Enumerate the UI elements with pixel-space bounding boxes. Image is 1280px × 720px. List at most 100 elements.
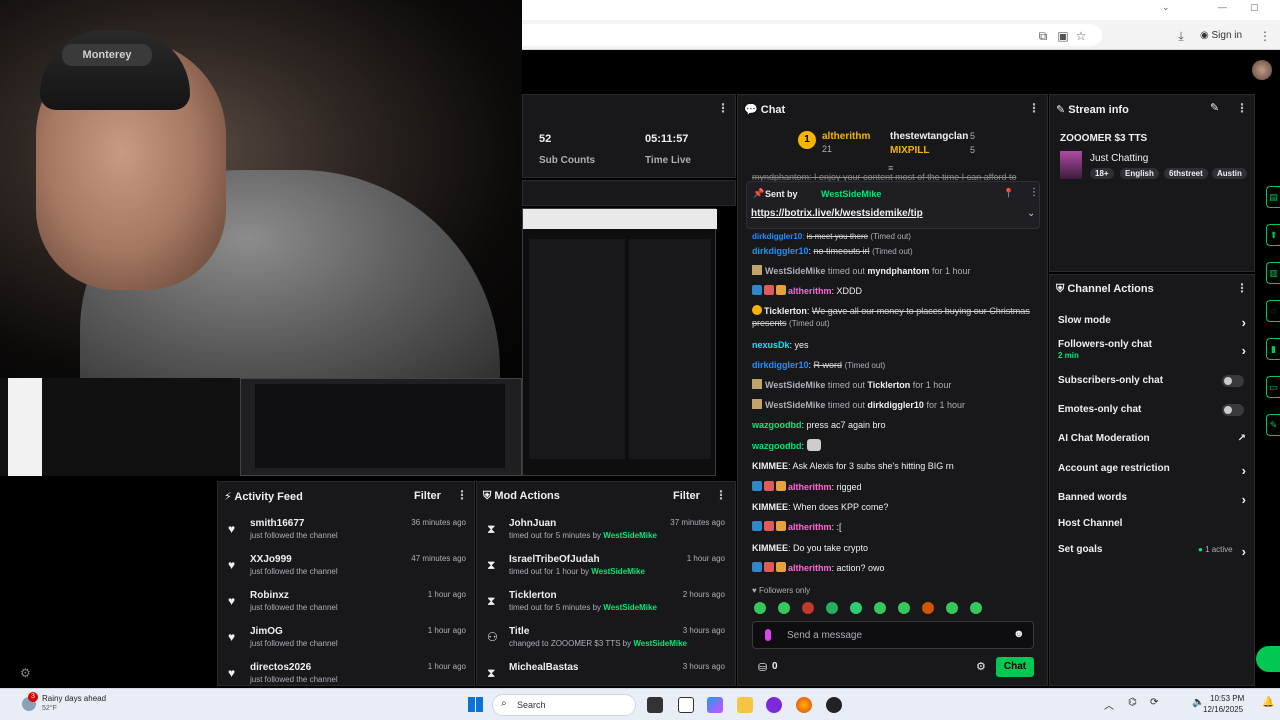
- side-tool-button[interactable]: ▮: [1266, 338, 1280, 360]
- target-user[interactable]: myndphantom: [867, 266, 929, 276]
- pinned-message[interactable]: 📌 Sent by WestSideMike 📍 ⋮ https://botri…: [746, 181, 1040, 229]
- profile-avatar[interactable]: [1252, 60, 1272, 80]
- address-bar[interactable]: [522, 24, 1102, 46]
- points-icon[interactable]: ⛁: [758, 661, 767, 674]
- emote-icon[interactable]: [898, 602, 910, 614]
- activity-menu-icon[interactable]: ⋮: [456, 488, 468, 502]
- folder-icon[interactable]: [737, 697, 753, 713]
- emote-icon[interactable]: [754, 602, 766, 614]
- chat-user[interactable]: KIMMEE: [752, 461, 788, 471]
- emote-icon[interactable]: [826, 602, 838, 614]
- stream-tag[interactable]: 18+: [1090, 168, 1114, 179]
- pinned-sender[interactable]: WestSideMike: [821, 189, 881, 199]
- pinned-menu-icon[interactable]: ⋮: [1029, 187, 1039, 198]
- side-tool-button[interactable]: ⬆: [1266, 224, 1280, 246]
- mic-icon[interactable]: [765, 629, 771, 641]
- firefox-icon[interactable]: [796, 697, 812, 713]
- chat-menu-icon[interactable]: ⋮: [1028, 101, 1040, 115]
- tray-chevron-icon[interactable]: ︿: [1104, 697, 1114, 712]
- app-icon[interactable]: [766, 697, 782, 713]
- host-channel-item[interactable]: Host Channel: [1058, 518, 1244, 529]
- side-tool-button[interactable]: ▤: [1266, 186, 1280, 208]
- notification-bell-icon[interactable]: 🔔: [1262, 697, 1274, 708]
- windows-start-icon[interactable]: [468, 697, 483, 712]
- feed-user[interactable]: XXJo999: [250, 554, 292, 565]
- activity-filter-button[interactable]: Filter: [414, 490, 441, 502]
- message-input[interactable]: Send a message ☻: [752, 621, 1034, 649]
- feed-user[interactable]: JimOG: [250, 626, 283, 637]
- settings-gear-icon[interactable]: ⚙: [20, 666, 31, 680]
- chat-user[interactable]: altherithm: [788, 563, 832, 573]
- pinned-link[interactable]: https://botrix.live/k/westsidemike/tip: [751, 208, 923, 219]
- side-tool-button[interactable]: ◌: [1266, 300, 1280, 322]
- chat-user[interactable]: dirkdiggler10: [752, 246, 809, 256]
- ai-moderation-item[interactable]: AI Chat Moderation ↗: [1058, 433, 1246, 444]
- copilot-icon[interactable]: [707, 697, 723, 713]
- slow-mode-item[interactable]: Slow mode ›: [1058, 315, 1246, 330]
- feed-user[interactable]: Robinxz: [250, 590, 289, 601]
- followers-only-item[interactable]: Followers-only chat 2 min ›: [1058, 339, 1246, 361]
- emote-icon[interactable]: [778, 602, 790, 614]
- browser-menu-icon[interactable]: ⋮: [1258, 29, 1272, 43]
- emote-icon[interactable]: [850, 602, 862, 614]
- side-tool-button[interactable]: ▭: [1266, 376, 1280, 398]
- chat-send-button[interactable]: Chat: [996, 657, 1034, 677]
- screenshot-icon[interactable]: ▣: [1056, 29, 1070, 43]
- translate-icon[interactable]: ⧉: [1036, 29, 1050, 43]
- target-user[interactable]: dirkdiggler10: [867, 400, 924, 410]
- sign-in-button[interactable]: ◉ Sign in: [1200, 26, 1242, 46]
- emote-icon[interactable]: [874, 602, 886, 614]
- emotes-only-toggle[interactable]: [1222, 404, 1244, 416]
- chat-user[interactable]: dirkdiggler10: [752, 232, 802, 241]
- account-age-item[interactable]: Account age restriction ›: [1058, 463, 1246, 478]
- emote-icon[interactable]: [970, 602, 982, 614]
- feed-user[interactable]: directos2026: [250, 662, 311, 673]
- side-tool-button[interactable]: ✎: [1266, 414, 1280, 436]
- chat-user[interactable]: nexusDk: [752, 340, 790, 350]
- mod-user[interactable]: WestSideMike: [765, 266, 825, 276]
- chat-user[interactable]: altherithm: [788, 522, 832, 532]
- chat-user[interactable]: altherithm: [788, 482, 832, 492]
- set-goals-item[interactable]: Set goals ● 1 active ›: [1058, 544, 1246, 559]
- edit-icon[interactable]: ✎: [1210, 101, 1219, 114]
- emote-icon[interactable]: [802, 602, 814, 614]
- stream-tag[interactable]: English: [1120, 168, 1159, 179]
- chevron-down-icon[interactable]: ⌄: [1162, 2, 1170, 13]
- unpin-icon[interactable]: 📍: [1003, 188, 1014, 199]
- mod-target[interactable]: MichealBastas: [509, 662, 578, 673]
- bookmark-star-icon[interactable]: ☆: [1074, 29, 1088, 43]
- chat-user[interactable]: altherithm: [788, 286, 832, 296]
- maximize-icon[interactable]: ▢: [1250, 2, 1259, 13]
- chat-user[interactable]: dirkdiggler10: [752, 360, 809, 370]
- leaderboard-name-3[interactable]: MIXPILL: [890, 145, 929, 156]
- mod-target[interactable]: Title: [509, 626, 529, 637]
- weather-title[interactable]: Rainy days ahead: [42, 694, 106, 703]
- minimize-icon[interactable]: —: [1218, 2, 1227, 12]
- emoji-icon[interactable]: ☻: [1013, 628, 1025, 640]
- stream-tag[interactable]: Austin: [1212, 168, 1247, 179]
- emotes-only-item[interactable]: Emotes-only chat: [1058, 404, 1244, 416]
- obs-icon[interactable]: [826, 697, 842, 713]
- chat-user[interactable]: wazgoodbd: [752, 441, 802, 451]
- pinned-expand-icon[interactable]: ⌄: [1027, 208, 1035, 219]
- taskbar-search[interactable]: ⌕ Search: [492, 694, 636, 716]
- chat-settings-icon[interactable]: ⚙: [976, 660, 986, 673]
- clock-time[interactable]: 10:53 PM: [1210, 694, 1244, 703]
- clock-date[interactable]: 12/16/2025: [1203, 705, 1243, 714]
- category-name[interactable]: Just Chatting: [1090, 153, 1148, 164]
- leaderboard-name-1[interactable]: altherithm: [822, 131, 870, 142]
- mod-user[interactable]: WestSideMike: [765, 400, 825, 410]
- task-view-icon[interactable]: [647, 697, 663, 713]
- mod-user[interactable]: WestSideMike: [765, 380, 825, 390]
- leaderboard-name-2[interactable]: thestewtangclan: [890, 131, 968, 142]
- download-icon[interactable]: ⤓: [1174, 29, 1188, 43]
- chat-user[interactable]: KIMMEE: [752, 502, 788, 512]
- mod-target[interactable]: Ticklerton: [509, 590, 557, 601]
- mod-menu-icon[interactable]: ⋮: [715, 488, 727, 502]
- side-tool-button[interactable]: ▥: [1266, 262, 1280, 284]
- emote-icon[interactable]: [922, 602, 934, 614]
- channel-actions-menu-icon[interactable]: ⋮: [1236, 281, 1248, 295]
- emote-icon[interactable]: [946, 602, 958, 614]
- chat-user[interactable]: Ticklerton: [764, 306, 807, 316]
- chat-user[interactable]: wazgoodbd: [752, 420, 802, 430]
